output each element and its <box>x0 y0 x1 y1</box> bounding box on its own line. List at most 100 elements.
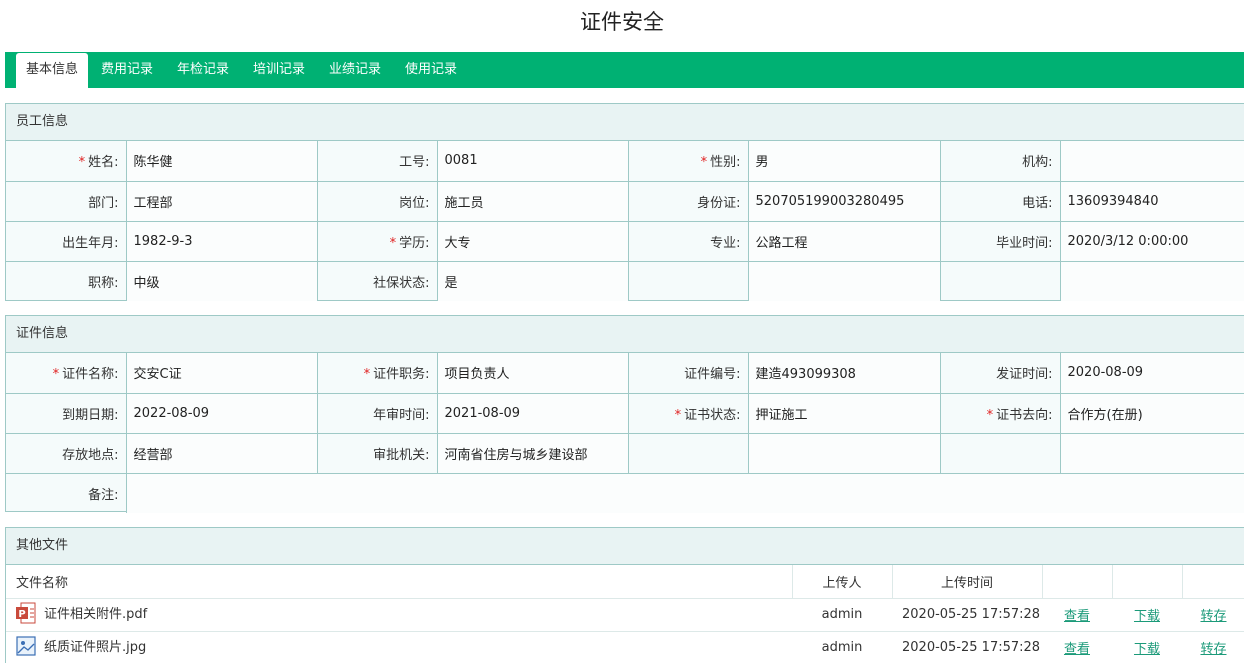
empty-cell <box>1181 565 1244 599</box>
certificate-info-section: 证件信息 * 证件名称: 交安C证 * 证件职务: 项目负责人 证件编号: 建造49… <box>5 315 1244 513</box>
empty-cell <box>628 433 749 474</box>
certificate-info-table: * 证件名称: 交安C证 * 证件职务: 项目负责人 证件编号: 建造4930993… <box>6 353 1244 513</box>
employee-info-table: * 姓名: 陈华健 工号: 0081 * 性别: 男 机构: 部门: 工程部 岗位:… <box>6 141 1244 301</box>
idcard-value: 520705199003280495 <box>748 181 941 222</box>
tab-annual-inspection[interactable]: 年检记录 <box>177 53 229 88</box>
major-value: 公路工程 <box>748 221 941 262</box>
employee-info-section: 员工信息 * 姓名: 陈华健 工号: 0081 * 性别: 男 机构: 部门: 工程… <box>5 103 1244 301</box>
certificate-info-header: 证件信息 <box>6 316 1244 353</box>
download-link[interactable]: 下载 <box>1134 642 1160 657</box>
remark-label: 备注: <box>6 473 127 513</box>
expire-date-label: 到期日期: <box>6 393 127 434</box>
phone-label: 电话: <box>940 181 1061 222</box>
gender-value: 男 <box>748 141 941 182</box>
post-label: 岗位: <box>317 181 438 222</box>
uploader: admin <box>821 640 863 656</box>
file-name: 证件相关附件.pdf <box>44 607 148 622</box>
col-upload-time: 上传时间 <box>891 565 1042 599</box>
graduation-label: 毕业时间: <box>940 221 1061 262</box>
uploader: admin <box>792 598 892 632</box>
empty-cell <box>1041 565 1112 599</box>
storage-location-label: 存放地点: <box>6 433 127 474</box>
tab-performance-records[interactable]: 业绩记录 <box>329 53 381 88</box>
audit-date-label: 年审时间: <box>317 393 438 434</box>
dept-value: 工程部 <box>126 181 318 222</box>
empty-cell <box>628 261 749 301</box>
transfer-link[interactable]: 转存 <box>1200 609 1226 624</box>
social-security-value: 是 <box>437 261 629 301</box>
issue-date-label: 发证时间: <box>940 353 1061 394</box>
empty-cell <box>1111 565 1182 599</box>
cert-duty-value: 项目负责人 <box>437 353 629 394</box>
remark-value <box>126 473 1244 513</box>
idcard-label: 身份证: <box>628 181 749 222</box>
name-value: 陈华健 <box>126 141 318 182</box>
name-label: * 姓名: <box>6 141 127 182</box>
social-security-label: 社保状态: <box>317 261 438 301</box>
cert-destination-label: * 证书去向: <box>940 393 1061 434</box>
cert-name-label: * 证件名称: <box>6 353 127 394</box>
cert-status-value: 押证施工 <box>748 393 941 434</box>
empty-cell <box>1060 261 1244 301</box>
file-name: 纸质证件照片.jpg <box>44 640 147 656</box>
tab-bar: 基本信息 费用记录 年检记录 培训记录 业绩记录 使用记录 <box>5 52 1244 88</box>
cert-name-value: 交安C证 <box>126 353 318 394</box>
audit-date-value: 2021-08-09 <box>437 393 629 434</box>
cert-duty-label: * 证件职务: <box>317 353 438 394</box>
tab-fee-records[interactable]: 费用记录 <box>101 53 153 88</box>
phone-value: 13609394840 <box>1060 181 1244 222</box>
approval-authority-value: 河南省住房与城乡建设部 <box>437 433 629 474</box>
table-row: P 证件相关附件.pdf admin 2020-05-25 17:57:28 查… <box>6 598 1244 632</box>
storage-location-value: 经营部 <box>126 433 318 474</box>
tab-training-records[interactable]: 培训记录 <box>253 53 305 88</box>
download-link[interactable]: 下载 <box>1134 609 1160 624</box>
cert-number-label: 证件编号: <box>628 353 749 394</box>
image-file-icon <box>16 636 36 656</box>
dept-label: 部门: <box>6 181 127 222</box>
gender-label: * 性别: <box>628 141 749 182</box>
issue-date-value: 2020-08-09 <box>1060 353 1244 394</box>
cert-number-value: 建造493099308 <box>748 353 941 394</box>
view-link[interactable]: 查看 <box>1064 609 1090 624</box>
transfer-link[interactable]: 转存 <box>1200 642 1226 657</box>
tab-usage-records[interactable]: 使用记录 <box>405 53 457 88</box>
employee-id-value: 0081 <box>437 141 629 182</box>
empty-cell <box>1060 433 1244 474</box>
job-title-label: 职称: <box>6 261 127 301</box>
empty-cell <box>940 433 1061 474</box>
approval-authority-label: 审批机关: <box>317 433 438 474</box>
employee-info-header: 员工信息 <box>6 104 1244 141</box>
cert-destination-value: 合作方(在册) <box>1060 393 1244 434</box>
empty-cell <box>748 261 941 301</box>
col-file-name: 文件名称 <box>6 565 792 599</box>
education-label: * 学历: <box>317 221 438 262</box>
file-name-cell: P 证件相关附件.pdf <box>6 598 792 632</box>
empty-cell <box>748 433 941 474</box>
upload-time: 2020-05-25 17:57:28 <box>902 640 1041 656</box>
page-title: 证件安全 <box>580 10 664 34</box>
col-uploader: 上传人 <box>791 565 892 599</box>
job-title-value: 中级 <box>126 261 318 301</box>
tab-basic-info[interactable]: 基本信息 <box>16 53 88 88</box>
file-name-cell: 纸质证件照片.jpg <box>6 631 792 664</box>
major-label: 专业: <box>628 221 749 262</box>
view-link[interactable]: 查看 <box>1064 642 1090 657</box>
birth-label: 出生年月: <box>6 221 127 262</box>
employee-id-label: 工号: <box>317 141 438 182</box>
other-files-header: 其他文件 <box>6 528 1244 565</box>
cert-status-label: * 证书状态: <box>628 393 749 434</box>
empty-cell <box>940 261 1061 301</box>
post-value: 施工员 <box>437 181 629 222</box>
svg-text:P: P <box>18 609 25 620</box>
org-value <box>1060 141 1244 182</box>
pdf-file-icon: P <box>16 602 36 623</box>
expire-date-value: 2022-08-09 <box>126 393 318 434</box>
other-files-section: 其他文件 文件名称 上传人 上传时间 P 证件相关附件.pdf admin 20… <box>5 527 1244 663</box>
org-label: 机构: <box>940 141 1061 182</box>
table-row: 纸质证件照片.jpg admin 2020-05-25 17:57:28 查看 … <box>6 631 1244 664</box>
birth-value: 1982-9-3 <box>126 221 318 262</box>
files-table: 文件名称 上传人 上传时间 P 证件相关附件.pdf admin 2020-05… <box>6 565 1244 664</box>
education-value: 大专 <box>437 221 629 262</box>
upload-time: 2020-05-25 17:57:28 <box>892 598 1042 632</box>
graduation-value: 2020/3/12 0:00:00 <box>1060 221 1244 262</box>
